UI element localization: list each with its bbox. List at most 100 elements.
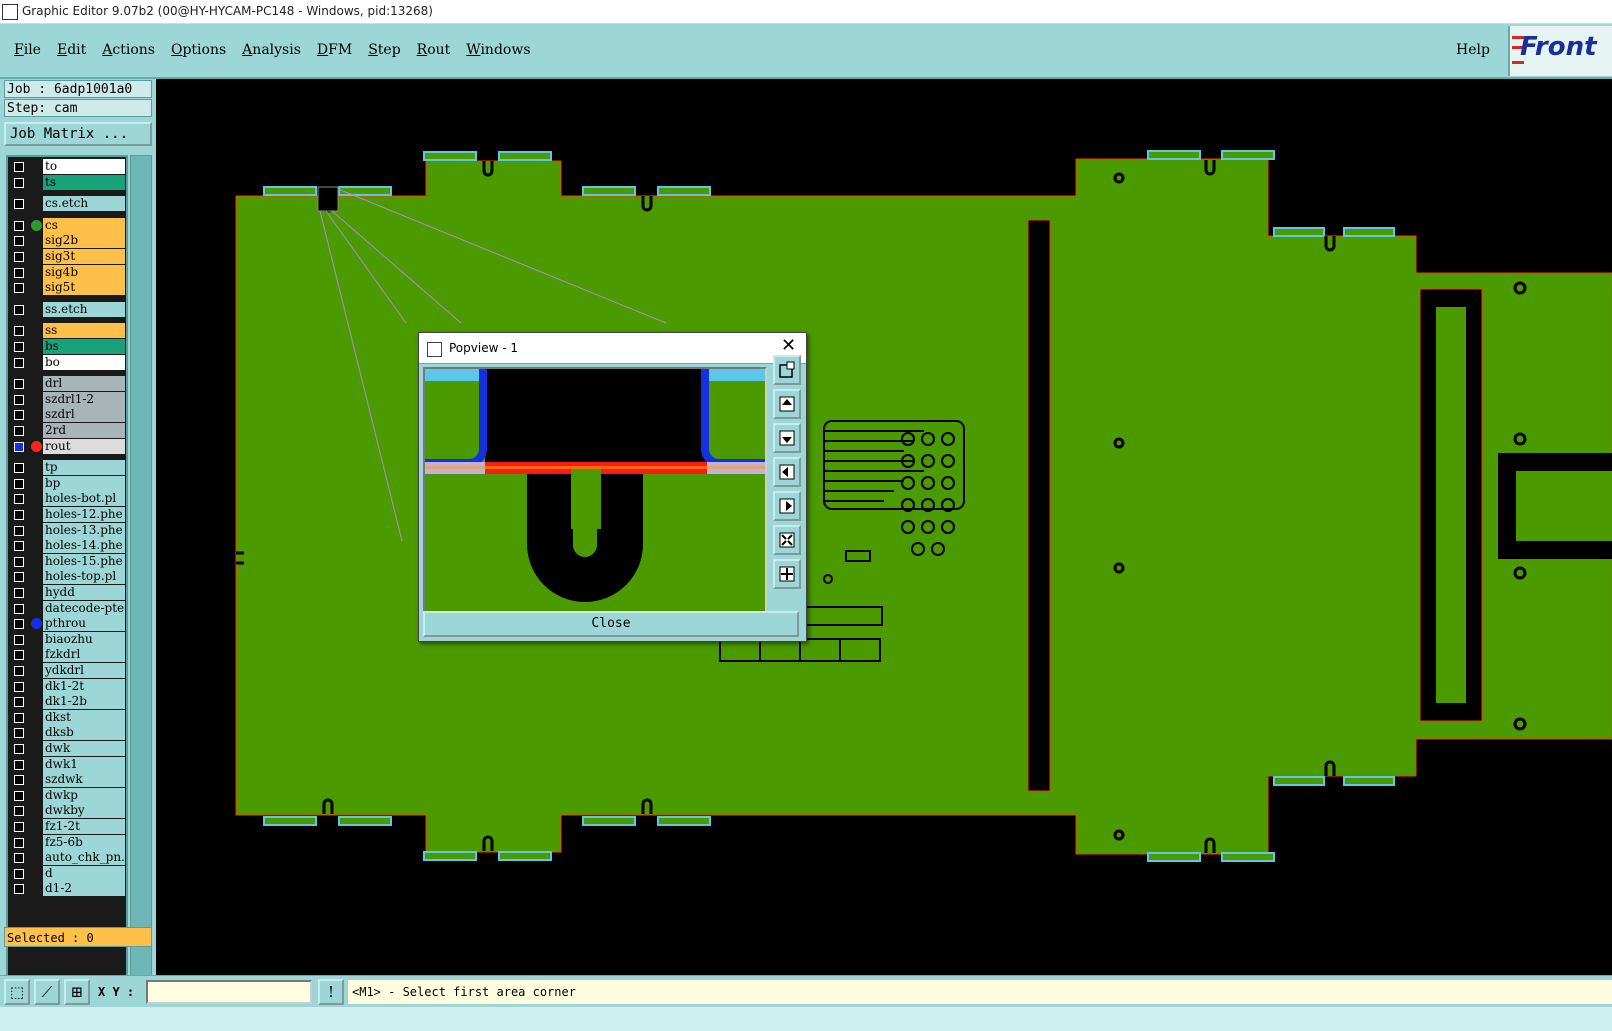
layer-checkbox[interactable] <box>14 441 24 452</box>
layer-name[interactable]: dwkp <box>43 787 125 803</box>
menu-windows[interactable]: Windows <box>458 42 538 58</box>
layer-checkbox[interactable] <box>14 775 24 786</box>
layer-row[interactable]: sig2b <box>10 233 128 249</box>
layer-name[interactable]: sig4b <box>43 264 125 280</box>
layer-checkbox[interactable] <box>14 822 24 832</box>
layer-checkbox[interactable] <box>14 759 24 770</box>
popview-titlebar[interactable]: Popview - 1 ✕ <box>419 333 806 364</box>
layer-row[interactable]: ss.etch <box>10 301 128 317</box>
layer-checkbox[interactable] <box>14 267 24 278</box>
layer-name[interactable]: ss.etch <box>43 301 125 317</box>
layer-name[interactable]: d1-2 <box>43 881 125 897</box>
layer-name[interactable]: ss <box>43 323 125 339</box>
menu-dfm[interactable]: DFM <box>309 42 360 58</box>
layer-row[interactable]: sig5t <box>10 280 128 296</box>
layer-checkbox[interactable] <box>14 634 24 645</box>
layer-row[interactable]: szdrl <box>10 407 128 423</box>
layer-name[interactable]: bs <box>43 339 125 354</box>
layer-row[interactable]: to <box>10 159 128 174</box>
popview-pan-down-button[interactable] <box>773 423 801 453</box>
layer-checkbox[interactable] <box>14 525 24 536</box>
layer-checkbox[interactable] <box>14 884 24 895</box>
layer-checkbox[interactable] <box>14 252 24 262</box>
layer-row[interactable]: datecode-pte <box>10 600 128 616</box>
layer-name[interactable]: holes-13.phe <box>43 522 125 538</box>
layer-checkbox[interactable] <box>14 342 24 352</box>
layer-checkbox[interactable] <box>14 379 24 390</box>
layer-row[interactable]: dwkby <box>10 803 128 819</box>
layer-checkbox[interactable] <box>14 556 24 567</box>
layer-name[interactable]: dwk <box>43 741 125 756</box>
popview-zoom-out-button[interactable] <box>773 559 801 589</box>
layer-name[interactable]: sig3t <box>43 249 125 264</box>
menu-options[interactable]: Options <box>163 42 234 58</box>
layer-checkbox[interactable] <box>14 572 24 583</box>
layer-row[interactable]: sig3t <box>10 249 128 264</box>
layer-name[interactable]: pthrou <box>43 616 125 632</box>
layer-checkbox[interactable] <box>14 394 24 405</box>
layer-row[interactable]: hydd <box>10 585 128 600</box>
layer-name[interactable]: holes-14.phe <box>43 538 125 554</box>
layer-name[interactable]: fz1-2t <box>43 819 125 834</box>
layer-row[interactable]: szdrl1-2 <box>10 391 128 407</box>
layer-name[interactable]: ts <box>43 174 125 190</box>
layer-name[interactable]: bo <box>43 354 125 370</box>
menu-step[interactable]: Step <box>360 42 408 58</box>
layer-name[interactable]: holes-bot.pl <box>43 491 125 507</box>
layer-name[interactable]: biaozhu <box>43 631 125 647</box>
layer-row[interactable]: dkst <box>10 709 128 725</box>
layer-checkbox[interactable] <box>14 728 24 739</box>
layer-checkbox[interactable] <box>14 697 24 708</box>
layer-checkbox[interactable] <box>14 220 24 231</box>
menu-actions[interactable]: Actions <box>94 42 163 58</box>
xy-input[interactable] <box>146 980 312 1004</box>
layer-checkbox[interactable] <box>14 712 24 723</box>
menu-rout[interactable]: Rout <box>409 42 459 58</box>
layer-checkbox[interactable] <box>14 681 24 692</box>
layer-checkbox[interactable] <box>14 790 24 801</box>
layer-name[interactable]: szdrl1-2 <box>43 391 125 407</box>
layer-row[interactable]: drl <box>10 376 128 392</box>
layer-name[interactable]: dkst <box>43 709 125 725</box>
layer-row[interactable]: fzkdrl <box>10 647 128 663</box>
layer-row[interactable]: sig4b <box>10 264 128 280</box>
layer-checkbox[interactable] <box>14 162 24 172</box>
layer-row[interactable]: dk1-2t <box>10 678 128 694</box>
layer-name[interactable]: holes-top.pl <box>43 569 125 585</box>
layer-row[interactable]: holes-12.phe <box>10 507 128 522</box>
layer-checkbox[interactable] <box>14 177 24 188</box>
popview-zoom-view[interactable] <box>423 367 767 613</box>
layer-row[interactable]: ss <box>10 323 128 339</box>
layer-checkbox[interactable] <box>14 650 24 661</box>
layer-checkbox[interactable] <box>14 806 24 817</box>
layer-row[interactable]: pthrou <box>10 616 128 632</box>
layer-checkbox[interactable] <box>14 619 24 630</box>
menu-help[interactable]: Help <box>1456 42 1490 58</box>
layer-name[interactable]: datecode-pte <box>43 600 125 616</box>
layer-name[interactable]: fzkdrl <box>43 647 125 663</box>
layer-name[interactable]: cs <box>43 217 125 233</box>
layer-checkbox[interactable] <box>14 494 24 505</box>
layer-row[interactable]: holes-14.phe <box>10 538 128 554</box>
layer-list-scrollbar[interactable] <box>130 155 152 995</box>
layer-row[interactable]: holes-top.pl <box>10 569 128 585</box>
popview-close-button[interactable]: Close <box>423 611 799 637</box>
layer-row[interactable]: bo <box>10 354 128 370</box>
layer-name[interactable]: szdrl <box>43 407 125 423</box>
layer-checkbox[interactable] <box>14 304 24 315</box>
measure-tool-icon[interactable]: ⬚ <box>4 979 30 1005</box>
layer-row[interactable]: dwkp <box>10 787 128 803</box>
layer-affected-indicator[interactable] <box>31 618 42 630</box>
layer-row[interactable]: d1-2 <box>10 881 128 897</box>
layer-checkbox[interactable] <box>14 478 24 489</box>
layer-row[interactable]: bp <box>10 475 128 491</box>
layer-checkbox[interactable] <box>14 868 24 879</box>
layer-row[interactable]: dwk1 <box>10 756 128 772</box>
layer-row[interactable]: ydkdrl <box>10 663 128 678</box>
layer-checkbox[interactable] <box>14 463 24 474</box>
layer-name[interactable]: dksb <box>43 725 125 741</box>
layer-row[interactable]: dk1-2b <box>10 694 128 710</box>
layer-checkbox[interactable] <box>14 541 24 552</box>
layer-checkbox[interactable] <box>14 236 24 247</box>
layer-row[interactable]: bs <box>10 339 128 354</box>
